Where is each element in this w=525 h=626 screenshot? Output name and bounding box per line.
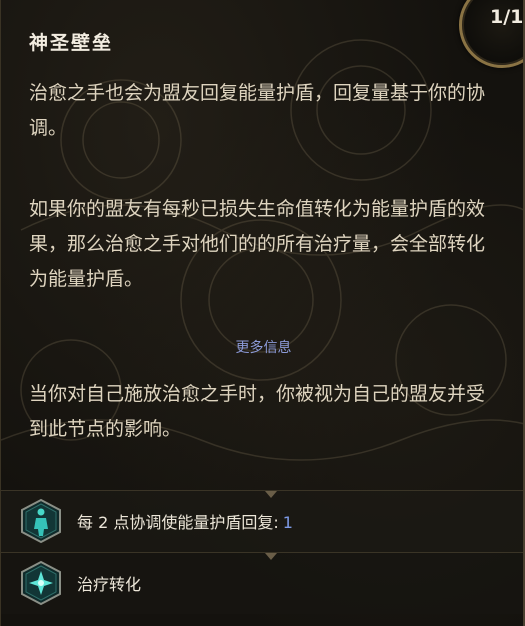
divider — [1, 490, 523, 491]
divider — [1, 552, 523, 553]
rank-counter: 1/1 — [490, 6, 524, 28]
description-paragraph-1: 治愈之手也会为盟友回复能量护盾，回复量基于你的协调。 — [29, 82, 486, 139]
skill-title: 神圣壁垒 — [29, 32, 114, 54]
modifier-value: 1 — [282, 513, 293, 532]
chevron-down-icon — [265, 491, 277, 498]
description-paragraph-3: 当你对自己施放治愈之手时，你被视为自己的盟友并受到此节点的影响。 — [29, 383, 486, 440]
modifier-row: 每 2 点协调使能量护盾回复: 1 — [1, 490, 523, 552]
more-info-link[interactable]: 更多信息 — [1, 337, 523, 357]
chevron-down-icon — [265, 553, 277, 560]
description-paragraph-2: 如果你的盟友有每秒已损失生命值转化为能量护盾的效果，那么治愈之手对他们的的所有治… — [29, 198, 486, 290]
star-burst-hex-icon — [21, 560, 61, 606]
skill-tooltip-panel: 1/1 神圣壁垒 治愈之手也会为盟友回复能量护盾，回复量基于你的协调。 如果你的… — [0, 0, 525, 626]
modifier-label: 治疗转化 — [77, 575, 142, 594]
modifier-text: 每 2 点协调使能量护盾回复: — [77, 513, 279, 532]
figure-hex-icon — [21, 498, 61, 544]
modifier-label: 每 2 点协调使能量护盾回复: 1 — [77, 509, 293, 533]
modifier-row: 治疗转化 — [1, 552, 523, 614]
